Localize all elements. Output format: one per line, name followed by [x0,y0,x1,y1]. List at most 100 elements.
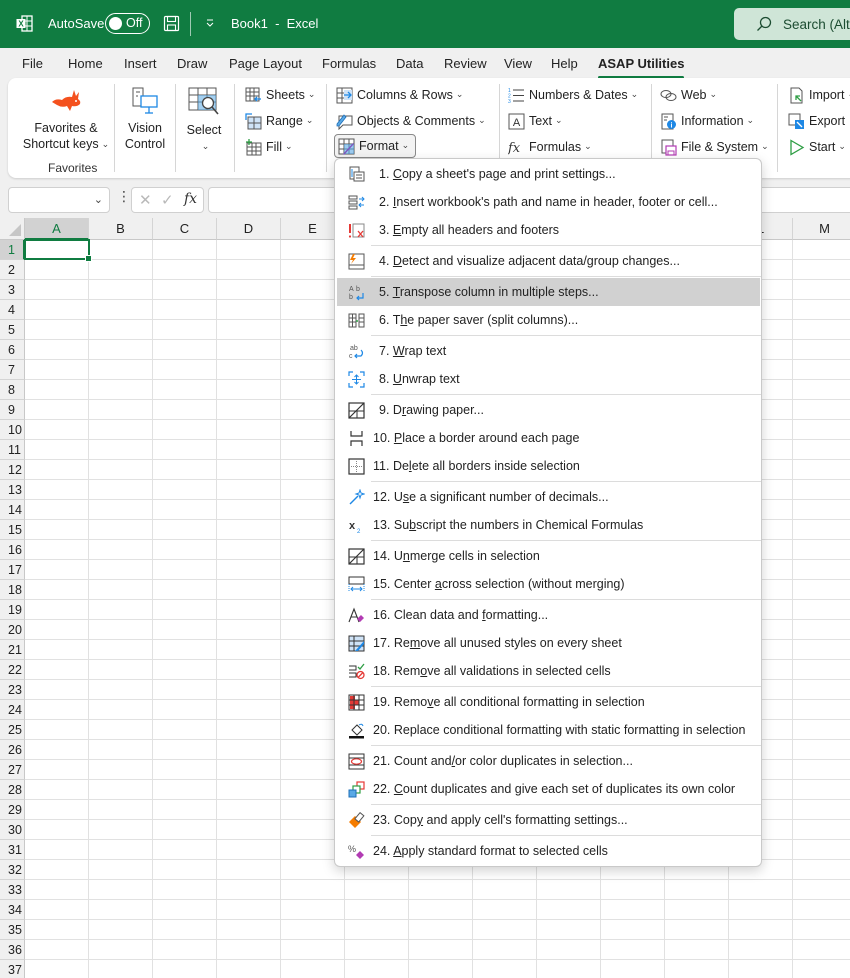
menu-item-24[interactable]: % 24. Apply standard format to selected c… [337,837,760,865]
row-header-13[interactable]: 13 [0,480,25,500]
row-header-35[interactable]: 35 [0,920,25,940]
name-box[interactable]: ⌄ [8,187,110,213]
menu-item-22[interactable]: 22. Count duplicates and give each set o… [337,775,760,803]
row-header-11[interactable]: 11 [0,440,25,460]
menu-item-17[interactable]: 17. Remove all unused styles on every sh… [337,629,760,657]
insert-function-icon[interactable]: fx [184,191,197,207]
column-header-a[interactable]: A [25,218,89,240]
tab-home[interactable]: Home [68,56,103,71]
menu-item-2[interactable]: 2. Insert workbook's path and name in he… [337,188,760,216]
menu-item-7[interactable]: ab c 7. Wrap text [337,337,760,365]
menu-item-15[interactable]: 15. Center across selection (without mer… [337,570,760,598]
menu-item-10[interactable]: 10. Place a border around each page [337,424,760,452]
column-header-d[interactable]: D [217,218,281,240]
row-header-16[interactable]: 16 [0,540,25,560]
menu-item-9[interactable]: 9. Drawing paper... [337,396,760,424]
row-header-3[interactable]: 3 [0,280,25,300]
format-button[interactable]: Format ⌄ [334,134,417,158]
tab-draw[interactable]: Draw [177,56,207,71]
tab-data[interactable]: Data [396,56,423,71]
tab-file[interactable]: File [22,56,43,71]
menu-item-4[interactable]: 4. Detect and visualize adjacent data/gr… [337,247,760,275]
fill-button[interactable]: Fill ⌄ [245,136,293,158]
web-button[interactable]: Web ⌄ [660,84,717,106]
row-header-26[interactable]: 26 [0,740,25,760]
menu-item-18[interactable]: 18. Remove all validations in selected c… [337,657,760,685]
row-header-24[interactable]: 24 [0,700,25,720]
column-header-c[interactable]: C [153,218,217,240]
search-box[interactable]: Search (Alt+Q) [734,8,850,40]
row-header-29[interactable]: 29 [0,800,25,820]
tab-asap-utilities[interactable]: ASAP Utilities [598,56,685,79]
text-button[interactable]: A Text ⌄ [508,110,562,132]
row-header-31[interactable]: 31 [0,840,25,860]
row-header-36[interactable]: 36 [0,940,25,960]
vision-control-button[interactable]: Vision Control [118,86,172,152]
tab-formulas[interactable]: Formulas [322,56,376,71]
menu-item-6[interactable]: 6. The paper saver (split columns)... [337,306,760,334]
save-icon[interactable] [163,15,180,32]
tab-insert[interactable]: Insert [124,56,157,71]
row-header-17[interactable]: 17 [0,560,25,580]
chevron-down-icon[interactable]: ⌄ [94,193,103,206]
row-header-34[interactable]: 34 [0,900,25,920]
row-header-4[interactable]: 4 [0,300,25,320]
column-header-m[interactable]: M [793,218,850,240]
import-button[interactable]: Import⌄ [788,84,850,106]
cancel-icon[interactable]: ✕ [139,191,152,209]
autosave-toggle[interactable]: Off [105,13,150,34]
enter-icon[interactable]: ✓ [161,191,174,209]
row-header-37[interactable]: 37 [0,960,25,978]
customize-qat-icon[interactable] [205,18,215,28]
menu-item-11[interactable]: 11. Delete all borders inside selection [337,452,760,480]
menu-item-21[interactable]: 21. Count and/or color duplicates in sel… [337,747,760,775]
row-header-27[interactable]: 27 [0,760,25,780]
select-all-button[interactable] [0,218,25,240]
sheets-button[interactable]: Sheets ⌄ [245,84,315,106]
menu-item-16[interactable]: 16. Clean data and formatting... [337,601,760,629]
row-header-6[interactable]: 6 [0,340,25,360]
row-header-14[interactable]: 14 [0,500,25,520]
menu-item-3[interactable]: 3. Empty all headers and footers [337,216,760,244]
row-header-15[interactable]: 15 [0,520,25,540]
row-header-7[interactable]: 7 [0,360,25,380]
menu-item-8[interactable]: 8. Unwrap text [337,365,760,393]
menu-item-14[interactable]: 14. Unmerge cells in selection [337,542,760,570]
menu-item-5[interactable]: Ab b 5. Transpose column in multiple steps… [337,278,760,306]
columns-rows-button[interactable]: Columns & Rows ⌄ [336,84,463,106]
row-header-5[interactable]: 5 [0,320,25,340]
row-header-8[interactable]: 8 [0,380,25,400]
tab-review[interactable]: Review [444,56,487,71]
tab-help[interactable]: Help [551,56,578,71]
objects-comments-button[interactable]: Objects & Comments ⌄ [336,110,486,132]
menu-item-19[interactable]: 19. Remove all conditional formatting in… [337,688,760,716]
row-header-23[interactable]: 23 [0,680,25,700]
row-header-28[interactable]: 28 [0,780,25,800]
menu-item-12[interactable]: 12. Use a significant number of decimals… [337,483,760,511]
export-button[interactable]: Export⌄ [788,110,850,132]
row-header-19[interactable]: 19 [0,600,25,620]
row-header-32[interactable]: 32 [0,860,25,880]
numbers-dates-button[interactable]: 123 Numbers & Dates ⌄ [508,84,638,106]
tab-page-layout[interactable]: Page Layout [229,56,302,71]
row-header-33[interactable]: 33 [0,880,25,900]
select-button[interactable]: Select ⌄ [178,86,230,155]
favorites-button[interactable]: Favorites & Shortcut keys ⌄ [14,86,118,153]
row-header-21[interactable]: 21 [0,640,25,660]
row-header-1[interactable]: 1 [0,240,25,260]
row-header-10[interactable]: 10 [0,420,25,440]
row-header-20[interactable]: 20 [0,620,25,640]
row-header-9[interactable]: 9 [0,400,25,420]
file-system-button[interactable]: File & System ⌄ [660,136,769,158]
formulas-button[interactable]: fx Formulas ⌄ [508,136,592,158]
row-header-18[interactable]: 18 [0,580,25,600]
more-options-icon[interactable]: ⋮ [117,189,131,203]
row-header-2[interactable]: 2 [0,260,25,280]
tab-view[interactable]: View [504,56,532,71]
start-button[interactable]: Start ⌄ [788,136,846,158]
active-cell[interactable] [24,239,92,262]
information-button[interactable]: i Information ⌄ [660,110,754,132]
range-button[interactable]: Range ⌄ [245,110,313,132]
row-header-30[interactable]: 30 [0,820,25,840]
menu-item-1[interactable]: 1. Copy a sheet's page and print setting… [337,160,760,188]
